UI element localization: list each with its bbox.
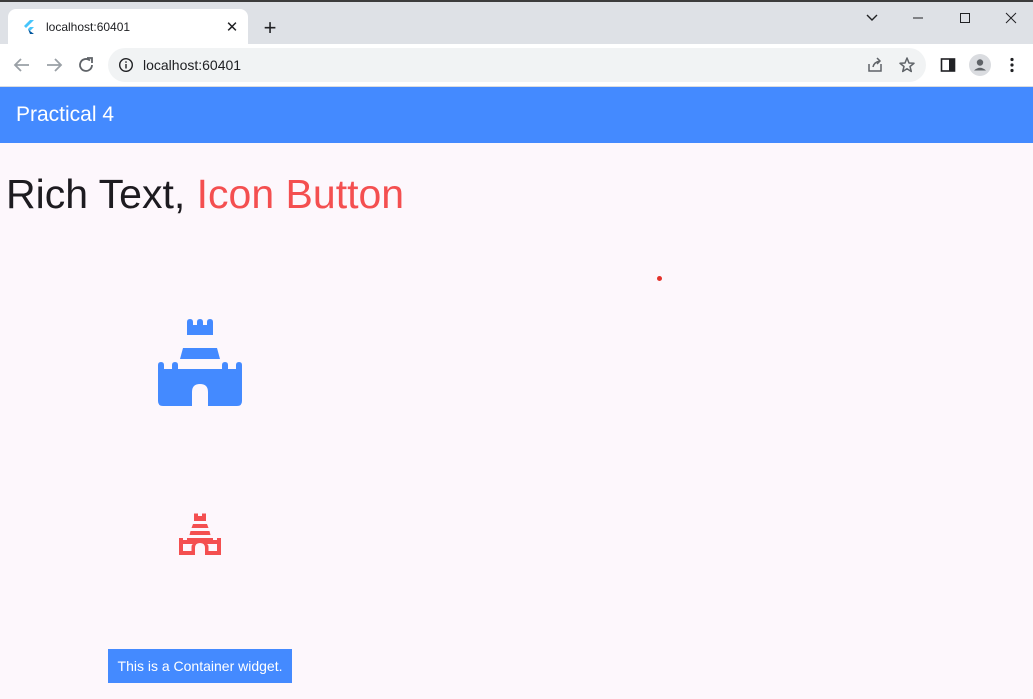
rich-text: Rich Text, Icon Button bbox=[6, 170, 404, 218]
red-dot bbox=[657, 276, 662, 281]
castle-outline-icon-button[interactable] bbox=[179, 512, 221, 555]
window-close-icon[interactable] bbox=[999, 8, 1023, 28]
more-vert-icon[interactable] bbox=[1000, 53, 1024, 77]
maximize-icon[interactable] bbox=[953, 8, 977, 28]
tab-strip: localhost:60401 ✕ + bbox=[0, 2, 1033, 44]
container-widget-text: This is a Container widget. bbox=[117, 658, 283, 674]
side-panel-icon[interactable] bbox=[936, 53, 960, 77]
reload-icon[interactable] bbox=[74, 53, 98, 77]
address-bar[interactable]: localhost:60401 bbox=[108, 48, 926, 82]
profile-icon[interactable] bbox=[968, 53, 992, 77]
tab-title: localhost:60401 bbox=[46, 19, 131, 34]
app-bar: Practical 4 bbox=[0, 87, 1033, 143]
tab-search-chevron-down-icon[interactable] bbox=[860, 8, 884, 28]
forward-arrow-icon[interactable] bbox=[42, 53, 66, 77]
back-arrow-icon[interactable] bbox=[10, 53, 34, 77]
rich-text-part-2: Icon Button bbox=[196, 171, 405, 217]
castle-icon bbox=[158, 318, 242, 406]
flutter-favicon-icon bbox=[22, 19, 36, 34]
site-info-icon[interactable] bbox=[118, 57, 134, 73]
bookmark-star-icon[interactable] bbox=[898, 56, 916, 74]
browser-toolbar: localhost:60401 bbox=[0, 44, 1033, 87]
browser-tab[interactable]: localhost:60401 ✕ bbox=[8, 9, 248, 44]
url-text[interactable]: localhost:60401 bbox=[143, 57, 241, 73]
share-icon[interactable] bbox=[866, 56, 884, 74]
tab-close-icon[interactable]: ✕ bbox=[222, 17, 242, 37]
app-bar-title: Practical 4 bbox=[16, 103, 115, 126]
new-tab-plus-icon[interactable]: + bbox=[258, 15, 282, 40]
minimize-icon[interactable] bbox=[906, 8, 930, 28]
rich-text-part-1: Rich Text, bbox=[6, 171, 197, 217]
container-widget: This is a Container widget. bbox=[108, 649, 292, 683]
